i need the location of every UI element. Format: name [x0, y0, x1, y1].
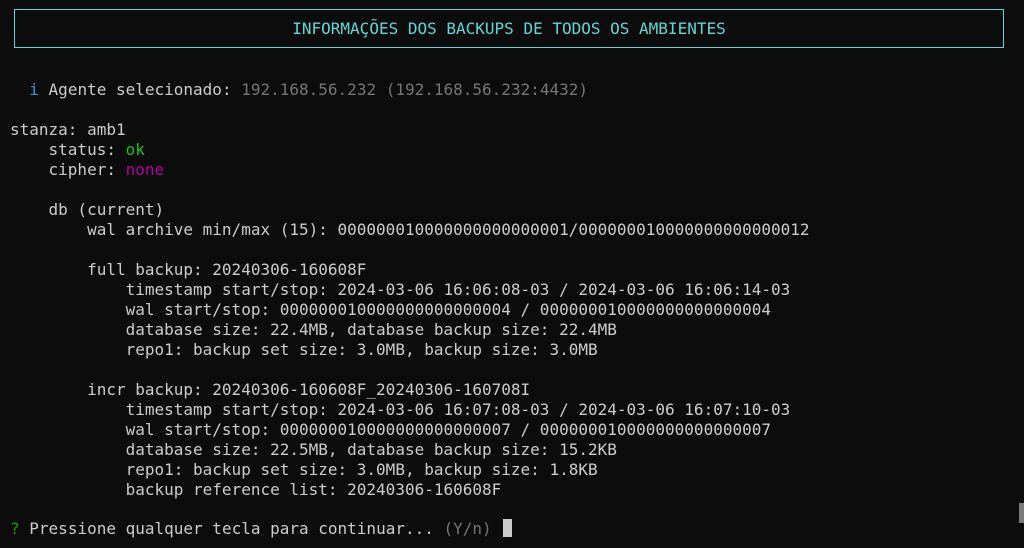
header-box: INFORMAÇÕES DOS BACKUPS DE TODOS OS AMBI… — [14, 9, 1004, 48]
agent-label: Agente selecionado: — [48, 80, 232, 99]
agent-value: 192.168.56.232 (192.168.56.232:4432) — [241, 80, 588, 99]
cipher-label: cipher: — [48, 160, 116, 179]
prompt-hint: (Y/n) — [443, 519, 492, 538]
full-backup-wal: wal start/stop: 000000010000000000000004… — [125, 300, 771, 319]
incr-backup-timestamp: timestamp start/stop: 2024-03-06 16:07:0… — [125, 400, 791, 419]
status-line: status: ok — [10, 140, 145, 160]
full-backup-wal-line: wal start/stop: 000000010000000000000004… — [10, 300, 771, 320]
stanza-label: stanza: amb1 — [10, 120, 126, 139]
incr-backup-wal-line: wal start/stop: 000000010000000000000007… — [10, 420, 771, 440]
full-backup-title: full backup: 20240306-160608F — [87, 260, 367, 279]
incr-backup-dbsize-line: database size: 22.5MB, database backup s… — [10, 440, 617, 460]
text-cursor[interactable] — [503, 519, 513, 537]
incr-backup-repo-line: repo1: backup set size: 3.0MB, backup si… — [10, 460, 598, 480]
prompt-line[interactable]: ? Pressione qualquer tecla para continua… — [10, 519, 513, 539]
info-icon: i — [29, 80, 39, 99]
agent-line: i Agente selecionado: 192.168.56.232 (19… — [10, 80, 588, 100]
incr-backup-title-line: incr backup: 20240306-160608F_20240306-1… — [10, 380, 530, 400]
incr-backup-repo: repo1: backup set size: 3.0MB, backup si… — [125, 460, 598, 479]
incr-backup-reference-line: backup reference list: 20240306-160608F — [10, 480, 502, 500]
status-value: ok — [125, 140, 145, 159]
full-backup-dbsize: database size: 22.4MB, database backup s… — [125, 320, 617, 339]
cipher-value: none — [125, 160, 165, 179]
status-label: status: — [48, 140, 116, 159]
scrollbar-thumb[interactable] — [1019, 503, 1024, 523]
full-backup-timestamp: timestamp start/stop: 2024-03-06 16:06:0… — [125, 280, 791, 299]
full-backup-dbsize-line: database size: 22.4MB, database backup s… — [10, 320, 617, 340]
prompt-text: Pressione qualquer tecla para continuar.… — [29, 519, 434, 538]
incr-backup-dbsize: database size: 22.5MB, database backup s… — [125, 440, 617, 459]
full-backup-repo: repo1: backup set size: 3.0MB, backup si… — [125, 340, 598, 359]
full-backup-timestamp-line: timestamp start/stop: 2024-03-06 16:06:0… — [10, 280, 791, 300]
wal-archive: wal archive min/max (15): 00000001000000… — [87, 220, 810, 239]
wal-archive-line: wal archive min/max (15): 00000001000000… — [10, 220, 810, 240]
header-title: INFORMAÇÕES DOS BACKUPS DE TODOS OS AMBI… — [292, 19, 726, 38]
full-backup-title-line: full backup: 20240306-160608F — [10, 260, 366, 280]
cipher-line: cipher: none — [10, 160, 165, 180]
db-line: db (current) — [10, 200, 165, 220]
db-label: db (current) — [48, 200, 165, 219]
question-icon: ? — [10, 519, 20, 538]
incr-backup-reference: backup reference list: 20240306-160608F — [125, 480, 502, 499]
stanza-line: stanza: amb1 — [10, 120, 126, 140]
full-backup-repo-line: repo1: backup set size: 3.0MB, backup si… — [10, 340, 598, 360]
incr-backup-wal: wal start/stop: 000000010000000000000007… — [125, 420, 771, 439]
incr-backup-timestamp-line: timestamp start/stop: 2024-03-06 16:07:0… — [10, 400, 791, 420]
incr-backup-title: incr backup: 20240306-160608F_20240306-1… — [87, 380, 531, 399]
